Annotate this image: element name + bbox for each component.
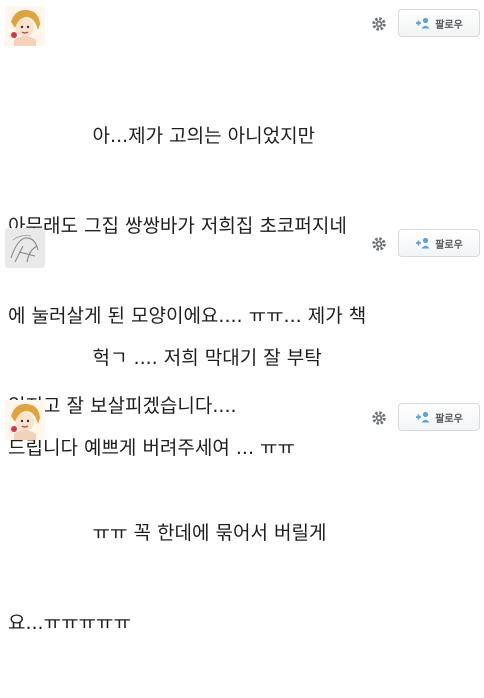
tweet-line: 헉ㄱ .... 저희 막대기 잘 부탁 [8,347,322,369]
tweet-line: 요...ㅠㅠㅠㅠㅠ [8,612,131,634]
follow-label: 팔로우 [435,239,463,251]
follow-label: 팔로우 [435,19,463,31]
avatar-girl-red-hair-icon [5,6,45,46]
tweet-line: 아...제가 고의는 아니었지만 [8,125,316,147]
follow-label: 팔로우 [435,413,463,425]
tweet-text: ㅠㅠ 꼭 한데에 묶어서 버릴게 요...ㅠㅠㅠㅠㅠ [8,458,326,698]
settings-gear-icon[interactable] [370,409,388,427]
tweet-line: ㅠㅠ 꼭 한데에 묶어서 버릴게 [8,522,327,544]
avatar[interactable] [5,400,45,440]
follow-button[interactable]: 팔로우 [398,9,480,37]
settings-gear-icon[interactable] [370,15,388,33]
settings-gear-icon[interactable] [370,235,388,253]
avatar-girl-red-hair-icon [5,400,45,440]
avatar[interactable] [5,228,45,268]
tweet-line: 아무래도 그집 쌍쌍바가 저희집 초코퍼지네 [8,215,347,237]
avatar[interactable] [5,6,45,46]
add-user-icon [415,411,431,423]
add-user-icon [415,237,431,249]
follow-button[interactable]: 팔로우 [398,403,480,431]
follow-button[interactable]: 팔로우 [398,229,480,257]
avatar-sketch-icon [5,228,45,268]
add-user-icon [415,17,431,29]
